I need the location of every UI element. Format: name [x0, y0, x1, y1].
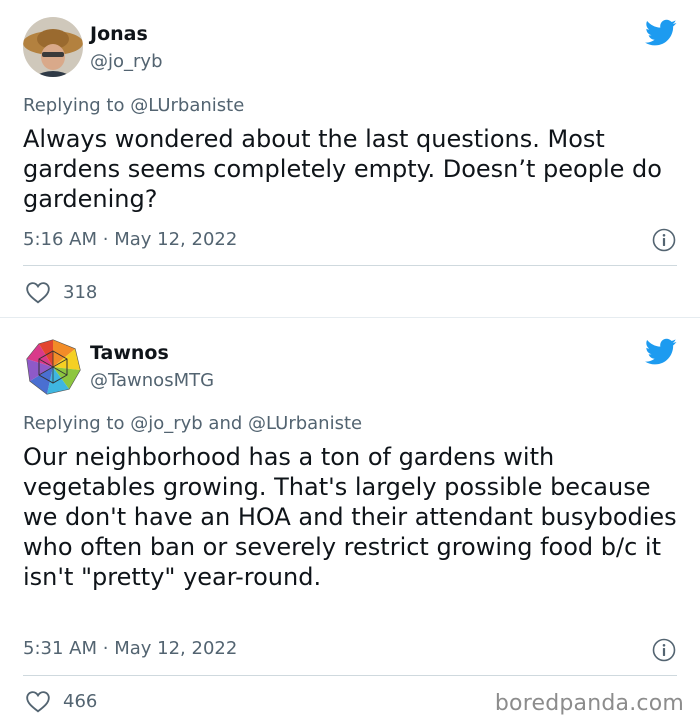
info-icon[interactable] — [652, 228, 676, 252]
replying-prefix: Replying to — [23, 95, 125, 116]
divider — [23, 675, 677, 676]
tweet-text: Always wondered about the last questions… — [23, 125, 662, 213]
twitter-bird-icon[interactable] — [645, 19, 677, 47]
tweet-timestamp[interactable]: 5:16 AM · May 12, 2022 — [23, 229, 237, 250]
author-name[interactable]: Tawnos — [90, 342, 169, 364]
heart-icon — [26, 282, 50, 304]
like-count: 318 — [63, 281, 98, 303]
info-icon[interactable] — [652, 638, 676, 662]
author-handle[interactable]: @jo_ryb — [90, 51, 163, 72]
tweet-date: May 12, 2022 — [114, 229, 238, 250]
reply-mentions[interactable]: @jo_ryb and @LUrbaniste — [130, 413, 362, 434]
meta-dot: · — [102, 229, 109, 250]
replying-to: Replying to @jo_ryb and @LUrbaniste — [23, 413, 362, 434]
replying-prefix: Replying to — [23, 413, 125, 434]
tweet-card: Tawnos @TawnosMTG Replying to @jo_ryb an… — [0, 318, 700, 728]
reply-mentions[interactable]: @LUrbaniste — [130, 95, 244, 116]
heart-icon — [26, 691, 50, 713]
tweet-time: 5:31 AM — [23, 638, 97, 659]
meta-dot: · — [102, 638, 109, 659]
watermark: boredpanda.com — [494, 691, 684, 716]
tweet-date: May 12, 2022 — [114, 638, 238, 659]
divider — [23, 265, 677, 266]
tweet-text: Our neighborhood has a ton of gardens wi… — [23, 443, 677, 591]
like-button[interactable]: 466 — [25, 689, 97, 713]
tweet-timestamp[interactable]: 5:31 AM · May 12, 2022 — [23, 638, 237, 659]
twitter-bird-icon[interactable] — [645, 338, 677, 366]
replying-to: Replying to @LUrbaniste — [23, 95, 244, 116]
like-count: 466 — [63, 690, 98, 712]
author-name[interactable]: Jonas — [90, 23, 148, 45]
avatar[interactable] — [23, 337, 83, 397]
tweet-card: Jonas @jo_ryb Replying to @LUrbaniste Al… — [0, 0, 700, 318]
avatar[interactable] — [23, 17, 83, 77]
tweet-time: 5:16 AM — [23, 229, 97, 250]
like-button[interactable]: 318 — [25, 280, 97, 304]
author-handle[interactable]: @TawnosMTG — [90, 370, 214, 391]
